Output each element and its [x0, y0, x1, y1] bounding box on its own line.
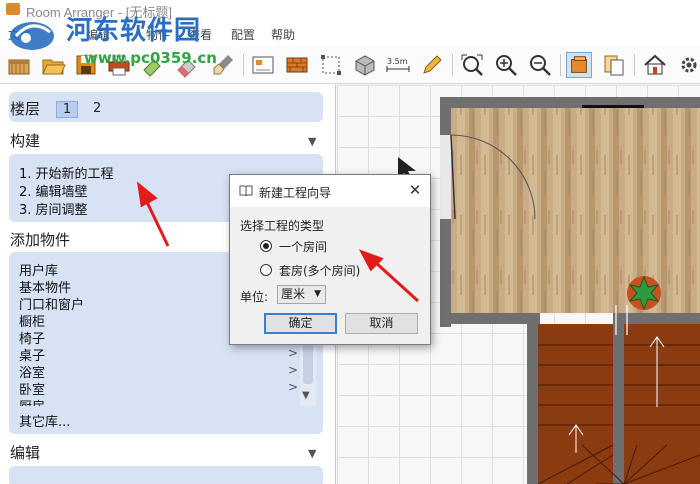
- more-libraries-link[interactable]: 其它库...: [19, 411, 70, 430]
- pencil-icon[interactable]: [419, 52, 445, 78]
- wall-icon[interactable]: [284, 52, 310, 78]
- build-item-room-adjust[interactable]: 3. 房间调整: [19, 199, 88, 218]
- ok-button[interactable]: 确定: [264, 313, 337, 334]
- library-item[interactable]: 厨房: [19, 396, 45, 406]
- select-area-icon[interactable]: [318, 52, 344, 78]
- scroll-down-icon[interactable]: ▼: [302, 390, 310, 401]
- radio-suite[interactable]: [260, 264, 272, 276]
- watermark-url: www.pc0359.cn: [84, 49, 217, 67]
- chevron-down-icon: ▼: [314, 289, 321, 299]
- door-opening: [440, 135, 451, 219]
- 3d-box-icon[interactable]: [352, 52, 378, 78]
- wall-bottom-right[interactable]: [613, 313, 700, 324]
- stairs-right[interactable]: [624, 324, 700, 484]
- copy-icon[interactable]: [601, 52, 627, 78]
- radio-single-room[interactable]: [260, 240, 272, 252]
- new-project-icon[interactable]: [6, 52, 32, 78]
- measure-label: 3.5m: [387, 57, 408, 66]
- watermark-logo-icon: [10, 22, 54, 50]
- watermark-site-name: 河东软件园: [66, 16, 202, 46]
- open-folder-icon[interactable]: [40, 52, 66, 78]
- new-project-wizard-dialog: 新建工程向导 ✕ 选择工程的类型 一个房间 套房(多个房间) 单位: 厘米 ▼ …: [229, 174, 431, 345]
- zoom-out-icon[interactable]: [527, 52, 553, 78]
- radio-single-room-label[interactable]: 一个房间: [279, 238, 327, 255]
- wood-floor[interactable]: [451, 108, 700, 313]
- picture-icon[interactable]: [250, 52, 276, 78]
- unit-value: 厘米: [281, 287, 306, 301]
- menu-config[interactable]: 配置: [231, 26, 255, 43]
- settings-icon[interactable]: [676, 52, 700, 78]
- toolbar-separator: [634, 54, 635, 76]
- dialog-title: 新建工程向导: [259, 186, 332, 200]
- dialog-close-icon[interactable]: ✕: [406, 181, 424, 199]
- floors-label: 楼层: [10, 100, 41, 118]
- floor-2-button[interactable]: 2: [93, 101, 101, 116]
- dialog-titlebar[interactable]: 新建工程向导 ✕: [230, 175, 430, 207]
- wall-stair-left[interactable]: [527, 313, 538, 484]
- build-item-edit-walls[interactable]: 2. 编辑墙壁: [19, 181, 88, 200]
- toolbar-separator: [243, 54, 244, 76]
- edit-box: [9, 466, 323, 484]
- wall-stair-mid[interactable]: [613, 313, 624, 484]
- add-objects-label: 添加物件: [10, 231, 71, 249]
- unit-label: 单位:: [240, 290, 269, 304]
- house-icon[interactable]: [642, 52, 668, 78]
- edit-section-label: 编辑: [10, 444, 41, 462]
- radio-suite-label[interactable]: 套房(多个房间): [279, 262, 360, 279]
- build-item-new-project[interactable]: 1. 开始新的工程: [19, 163, 114, 182]
- measure-icon[interactable]: 3.5m: [385, 52, 411, 78]
- toolbar-separator: [560, 54, 561, 76]
- cancel-button[interactable]: 取消: [345, 313, 418, 334]
- zoom-in-icon[interactable]: [493, 52, 519, 78]
- menu-help[interactable]: 帮助: [271, 26, 295, 43]
- floor-1-button[interactable]: 1: [56, 101, 78, 118]
- 3d-view-icon[interactable]: [566, 52, 592, 78]
- toolbar-separator: [452, 54, 453, 76]
- build-section-label: 构建: [10, 132, 41, 150]
- zoom-fit-icon[interactable]: [459, 52, 485, 78]
- plant[interactable]: [627, 275, 661, 311]
- wall-top[interactable]: [440, 97, 700, 108]
- stairs-left[interactable]: [538, 324, 613, 484]
- project-type-prompt: 选择工程的类型: [240, 219, 325, 233]
- wall-bottom-left[interactable]: [440, 313, 540, 324]
- unit-select[interactable]: 厘米 ▼: [277, 285, 326, 304]
- dialog-book-icon: [239, 185, 253, 196]
- radio-selected-dot: [263, 243, 269, 249]
